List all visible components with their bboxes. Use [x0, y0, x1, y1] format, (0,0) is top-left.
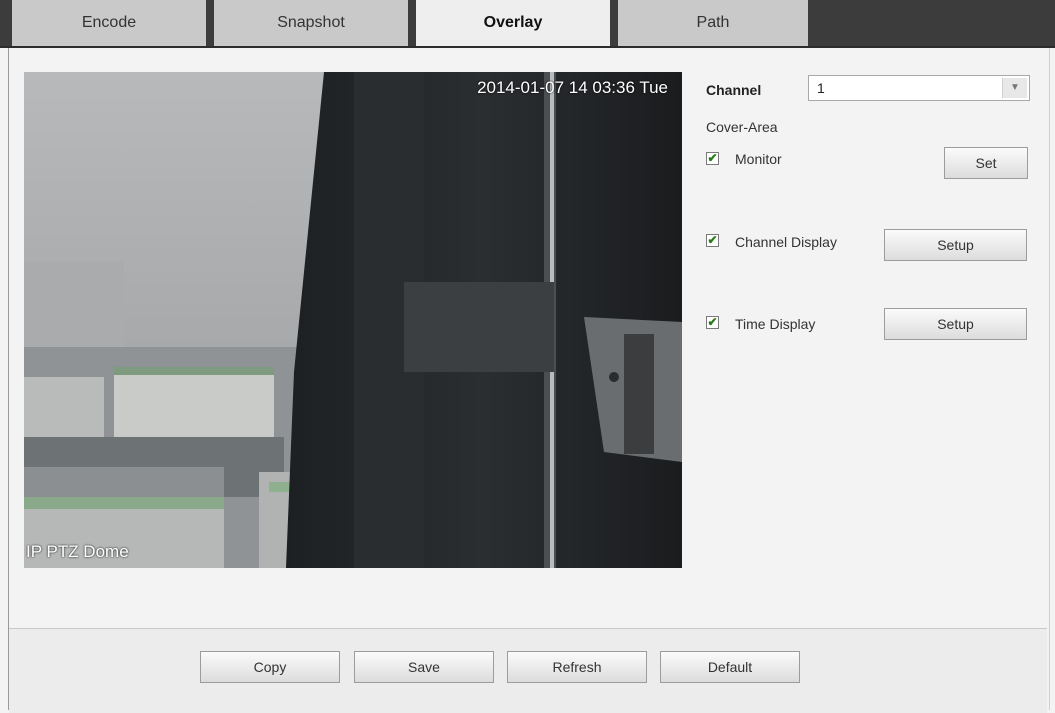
save-button[interactable]: Save — [354, 651, 494, 683]
time-display-setup-button[interactable]: Setup — [884, 308, 1027, 340]
cover-area-label: Cover-Area — [706, 119, 778, 135]
monitor-label: Monitor — [735, 151, 782, 167]
tab-bar: Encode Snapshot Overlay Path — [0, 0, 1055, 46]
channel-select-value: 1 — [817, 80, 825, 96]
tab-overlay[interactable]: Overlay — [416, 0, 612, 46]
channel-display-checkbox[interactable]: ✔ — [706, 234, 719, 247]
checkmark-icon: ✔ — [707, 233, 718, 247]
time-display-label: Time Display — [735, 316, 816, 332]
chevron-down-icon[interactable]: ▼ — [1002, 78, 1027, 98]
osd-timestamp: 2014-01-07 14 03:36 Tue — [477, 78, 668, 97]
default-button[interactable]: Default — [660, 651, 800, 683]
tab-encode[interactable]: Encode — [12, 0, 208, 46]
tab-overlay-label: Overlay — [483, 14, 543, 31]
tab-snapshot-label: Snapshot — [277, 14, 345, 31]
refresh-button[interactable]: Refresh — [507, 651, 647, 683]
camera-scene-image — [24, 72, 682, 568]
checkmark-icon: ✔ — [707, 151, 718, 165]
tab-path[interactable]: Path — [618, 0, 810, 46]
tab-encode-label: Encode — [81, 14, 137, 31]
monitor-checkbox[interactable]: ✔ — [706, 152, 719, 165]
copy-button[interactable]: Copy — [200, 651, 340, 683]
checkmark-icon: ✔ — [707, 315, 718, 329]
video-preview[interactable]: 2014-01-07 14 03:36 Tue IP PTZ Dome — [24, 72, 682, 568]
tab-path-label: Path — [696, 14, 730, 31]
channel-display-setup-button[interactable]: Setup — [884, 229, 1027, 261]
time-display-checkbox[interactable]: ✔ — [706, 316, 719, 329]
channel-display-label: Channel Display — [735, 234, 837, 250]
channel-label: Channel — [706, 82, 762, 98]
monitor-set-button[interactable]: Set — [944, 147, 1028, 179]
osd-channel-title: IP PTZ Dome — [26, 542, 129, 561]
channel-select[interactable]: 1 ▼ — [808, 75, 1030, 101]
tab-snapshot[interactable]: Snapshot — [214, 0, 410, 46]
